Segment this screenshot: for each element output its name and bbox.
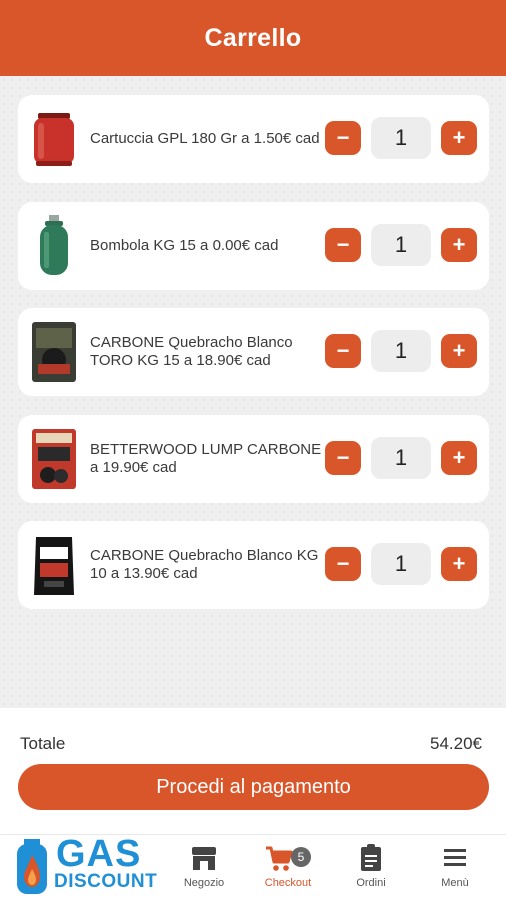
nav-label: Negozio bbox=[183, 877, 225, 889]
quantity-stepper: − 1 + bbox=[325, 117, 477, 159]
decrease-button[interactable]: − bbox=[325, 547, 361, 581]
store-icon bbox=[169, 843, 239, 873]
cart-count-badge: 5 bbox=[291, 847, 311, 867]
item-name: BETTERWOOD LUMP CARBONE a 19.90€ cad bbox=[90, 441, 322, 476]
decrease-button[interactable]: − bbox=[325, 228, 361, 262]
cart-list: Cartuccia GPL 180 Gr a 1.50€ cad − 1 + B… bbox=[0, 76, 506, 708]
item-name: CARBONE Quebracho Blanco KG 10 a 13.90€ … bbox=[90, 547, 319, 582]
quantity-value: 1 bbox=[371, 330, 431, 372]
charcoal-black-bag-icon bbox=[30, 533, 78, 597]
nav-label: Menù bbox=[441, 877, 469, 889]
cart-item: Bombola KG 15 a 0.00€ cad − 1 + bbox=[18, 202, 489, 290]
gas-cylinder-icon bbox=[30, 214, 78, 278]
gas-cartridge-icon bbox=[30, 107, 78, 171]
cart-item: Cartuccia GPL 180 Gr a 1.50€ cad − 1 + bbox=[18, 95, 489, 183]
nav-item-ordini[interactable]: Ordini bbox=[336, 843, 406, 895]
clipboard-icon bbox=[336, 843, 406, 873]
cart-summary: Totale 54.20€ Procedi al pagamento bbox=[0, 708, 506, 834]
item-name: Cartuccia GPL 180 Gr a 1.50€ cad bbox=[90, 130, 320, 147]
quantity-stepper: − 1 + bbox=[325, 437, 477, 479]
increase-button[interactable]: + bbox=[441, 441, 477, 475]
decrease-button[interactable]: − bbox=[325, 121, 361, 155]
cart-icon: 5 bbox=[253, 843, 323, 873]
app-header: Carrello bbox=[0, 0, 506, 76]
page-title: Carrello bbox=[204, 23, 302, 52]
quantity-value: 1 bbox=[371, 224, 431, 266]
item-name: CARBONE Quebracho Blanco TORO KG 15 a 18… bbox=[90, 334, 293, 369]
logo-text-gas: GAS bbox=[56, 833, 142, 875]
menu-icon bbox=[420, 843, 490, 873]
quantity-value: 1 bbox=[371, 543, 431, 585]
quantity-stepper: − 1 + bbox=[325, 224, 477, 266]
cart-item: CARBONE Quebracho Blanco TORO KG 15 a 18… bbox=[18, 308, 489, 396]
nav-item-checkout[interactable]: 5 Checkout bbox=[253, 843, 323, 895]
quantity-stepper: − 1 + bbox=[325, 330, 477, 372]
brand-logo[interactable]: GAS DISCOUNT bbox=[14, 833, 164, 900]
total-value: 54.20€ bbox=[430, 734, 482, 753]
nav-label: Checkout bbox=[264, 877, 312, 889]
nav-item-negozio[interactable]: Negozio bbox=[169, 843, 239, 895]
cart-item: BETTERWOOD LUMP CARBONE a 19.90€ cad − 1… bbox=[18, 415, 489, 503]
quantity-stepper: − 1 + bbox=[325, 543, 477, 585]
gas-cylinder-logo-icon bbox=[17, 839, 47, 894]
increase-button[interactable]: + bbox=[441, 334, 477, 368]
checkout-button[interactable]: Procedi al pagamento bbox=[18, 764, 489, 810]
decrease-button[interactable]: − bbox=[325, 441, 361, 475]
total-label: Totale bbox=[20, 734, 66, 753]
item-name: Bombola KG 15 a 0.00€ cad bbox=[90, 237, 279, 254]
nav-item-menu[interactable]: Menù bbox=[420, 843, 490, 895]
nav-label: Ordini bbox=[356, 877, 386, 889]
increase-button[interactable]: + bbox=[441, 228, 477, 262]
charcoal-bag-icon bbox=[30, 320, 78, 384]
increase-button[interactable]: + bbox=[441, 547, 477, 581]
logo-text-discount: DISCOUNT bbox=[54, 871, 158, 892]
quantity-value: 1 bbox=[371, 437, 431, 479]
quantity-value: 1 bbox=[371, 117, 431, 159]
charcoal-box-icon bbox=[30, 427, 78, 491]
bottom-nav: GAS DISCOUNT Negozio 5 Checkout Ordini M… bbox=[0, 833, 506, 900]
decrease-button[interactable]: − bbox=[325, 334, 361, 368]
cart-item: CARBONE Quebracho Blanco KG 10 a 13.90€ … bbox=[18, 521, 489, 609]
increase-button[interactable]: + bbox=[441, 121, 477, 155]
